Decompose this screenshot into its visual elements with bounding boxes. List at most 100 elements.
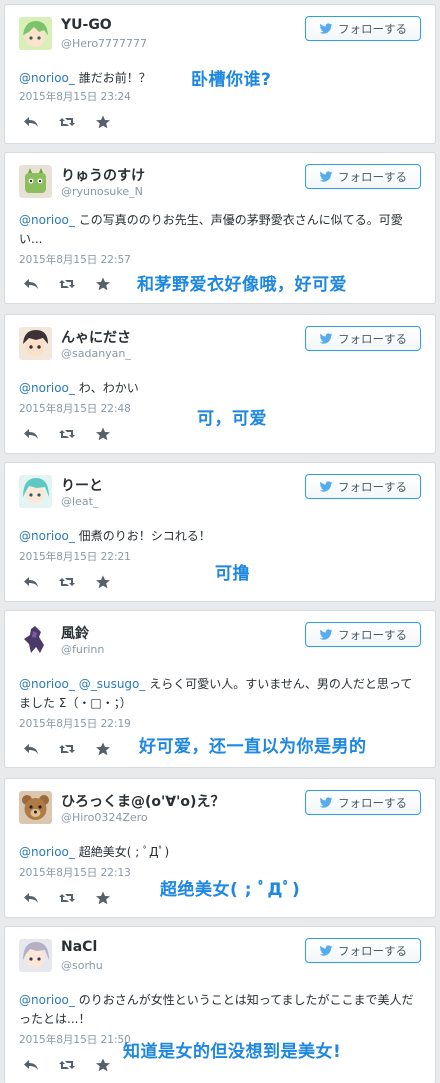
- tweet-text: @norioo_ わ、わかい: [19, 379, 421, 398]
- translation-caption: 可，可爱: [197, 409, 267, 429]
- follow-button[interactable]: フォローする: [305, 790, 421, 815]
- favorite-star-icon[interactable]: [95, 277, 111, 291]
- tweet-actions: [23, 742, 111, 756]
- tweet-timestamp[interactable]: 2015年8月15日 21:50: [19, 1032, 131, 1047]
- tweet-timestamp[interactable]: 2015年8月15日 22:57: [19, 252, 131, 267]
- avatar[interactable]: [19, 939, 52, 972]
- translation-caption: 和茅野爱衣好像哦，好可爱: [137, 275, 347, 295]
- twitter-bird-icon: [319, 22, 333, 34]
- reply-icon[interactable]: [23, 1058, 39, 1072]
- user-handle[interactable]: @Hero7777777: [61, 37, 147, 50]
- favorite-star-icon[interactable]: [95, 575, 111, 589]
- translation-caption: 知道是女的但没想到是美女!: [123, 1042, 342, 1062]
- mention-link[interactable]: @norioo_: [19, 71, 75, 85]
- tweet-card: 風鈴 @furinn フォローする @norioo_ @_susugo_ えらく…: [4, 610, 436, 768]
- tweet-body: 佃煮のりお！シコれる！: [74, 529, 211, 543]
- user-handle[interactable]: @ryunosuke_N: [61, 185, 143, 198]
- reply-icon[interactable]: [23, 115, 39, 129]
- twitter-bird-icon: [319, 332, 333, 344]
- tweet-card: YU-GO @Hero7777777 フォローする @norioo_ 誰だお前！…: [4, 4, 436, 144]
- mention-link[interactable]: @norioo_: [19, 213, 75, 227]
- avatar[interactable]: [19, 475, 52, 508]
- tweet-body: のりおさんが女性ということは知ってましたがここまで美人だったとは...！: [19, 993, 414, 1026]
- tweet-card: りーと @leat_ フォローする @norioo_ 佃煮のりお！シコれる！ 2…: [4, 462, 436, 602]
- reply-icon[interactable]: [23, 427, 39, 441]
- follow-button[interactable]: フォローする: [305, 164, 421, 189]
- display-name[interactable]: ひろっくま@(o'∀'o)え？: [61, 791, 224, 811]
- follow-button-label: フォローする: [338, 21, 407, 36]
- tweet-body: この写真ののりお先生、声優の茅野愛衣さんに似てる。可愛い...: [19, 213, 403, 246]
- display-name[interactable]: りゅうのすけ: [61, 165, 145, 185]
- display-name[interactable]: んゃにださ: [61, 327, 131, 347]
- favorite-star-icon[interactable]: [95, 1058, 111, 1072]
- avatar[interactable]: [19, 327, 52, 360]
- translation-caption: 超绝美女( ; ﾟДﾟ): [160, 880, 301, 900]
- follow-button[interactable]: フォローする: [305, 16, 421, 41]
- user-handle[interactable]: @furinn: [61, 643, 104, 656]
- follow-button-label: フォローする: [338, 331, 407, 346]
- follow-button[interactable]: フォローする: [305, 474, 421, 499]
- reply-icon[interactable]: [23, 742, 39, 756]
- retweet-icon[interactable]: [59, 742, 75, 756]
- tweet-text: @norioo_ のりおさんが女性ということは知ってましたがここまで美人だったと…: [19, 991, 421, 1029]
- reply-icon[interactable]: [23, 891, 39, 905]
- twitter-bird-icon: [319, 170, 333, 182]
- retweet-icon[interactable]: [59, 115, 75, 129]
- user-handle[interactable]: @sorhu: [61, 959, 103, 972]
- tweet-timestamp[interactable]: 2015年8月15日 23:24: [19, 89, 131, 104]
- reply-icon[interactable]: [23, 277, 39, 291]
- favorite-star-icon[interactable]: [95, 891, 111, 905]
- mention-link[interactable]: @norioo_ @_susugo_: [19, 677, 145, 691]
- tweet-actions: [23, 115, 111, 129]
- user-handle[interactable]: @sadanyan_: [61, 347, 131, 360]
- tweet-text: @norioo_ @_susugo_ えらく可愛い人。すいません、男の人だと思っ…: [19, 675, 421, 713]
- tweet-timestamp[interactable]: 2015年8月15日 22:48: [19, 401, 131, 416]
- tweet-card: んゃにださ @sadanyan_ フォローする @norioo_ わ、わかい 2…: [4, 314, 436, 454]
- avatar[interactable]: [19, 165, 52, 198]
- retweet-icon[interactable]: [59, 1058, 75, 1072]
- tweet-body: わ、わかい: [74, 381, 139, 395]
- avatar[interactable]: [19, 623, 52, 656]
- reply-icon[interactable]: [23, 575, 39, 589]
- retweet-icon[interactable]: [59, 575, 75, 589]
- follow-button[interactable]: フォローする: [305, 622, 421, 647]
- avatar[interactable]: [19, 17, 52, 50]
- twitter-bird-icon: [319, 480, 333, 492]
- tweet-text: @norioo_ 佃煮のりお！シコれる！: [19, 527, 421, 546]
- translation-caption: 可撸: [215, 564, 250, 584]
- follow-button[interactable]: フォローする: [305, 326, 421, 351]
- tweet-card: NaCl @sorhu フォローする @norioo_ のりおさんが女性というこ…: [4, 926, 436, 1083]
- tweet-actions: [23, 427, 111, 441]
- user-handle[interactable]: @leat_: [61, 495, 98, 508]
- display-name[interactable]: YU-GO: [61, 17, 112, 33]
- retweet-icon[interactable]: [59, 891, 75, 905]
- tweet-text: @norioo_ この写真ののりお先生、声優の茅野愛衣さんに似てる。可愛い...: [19, 211, 421, 249]
- avatar[interactable]: [19, 791, 52, 824]
- follow-button-label: フォローする: [338, 169, 407, 184]
- mention-link[interactable]: @norioo_: [19, 845, 75, 859]
- mention-link[interactable]: @norioo_: [19, 529, 75, 543]
- retweet-icon[interactable]: [59, 277, 75, 291]
- tweet-body: 誰だお前！？: [74, 71, 151, 85]
- tweet-timestamp[interactable]: 2015年8月15日 22:21: [19, 549, 131, 564]
- tweet-actions: [23, 1058, 111, 1072]
- user-handle[interactable]: @Hiro0324Zero: [61, 811, 148, 824]
- favorite-star-icon[interactable]: [95, 742, 111, 756]
- display-name[interactable]: 風鈴: [61, 623, 89, 643]
- follow-button-label: フォローする: [338, 627, 407, 642]
- favorite-star-icon[interactable]: [95, 427, 111, 441]
- mention-link[interactable]: @norioo_: [19, 993, 75, 1007]
- display-name[interactable]: NaCl: [61, 939, 97, 955]
- translation-caption: 好可爱，还一直以为你是男的: [139, 737, 367, 757]
- tweet-timestamp[interactable]: 2015年8月15日 22:19: [19, 716, 131, 731]
- tweet-timestamp[interactable]: 2015年8月15日 22:13: [19, 865, 131, 880]
- tweet-text: @norioo_ 超絶美女( ; ﾟДﾟ): [19, 843, 421, 862]
- follow-button[interactable]: フォローする: [305, 938, 421, 963]
- follow-button-label: フォローする: [338, 479, 407, 494]
- retweet-icon[interactable]: [59, 427, 75, 441]
- favorite-star-icon[interactable]: [95, 115, 111, 129]
- twitter-bird-icon: [319, 944, 333, 956]
- display-name[interactable]: りーと: [61, 475, 103, 495]
- mention-link[interactable]: @norioo_: [19, 381, 75, 395]
- tweet-actions: [23, 575, 111, 589]
